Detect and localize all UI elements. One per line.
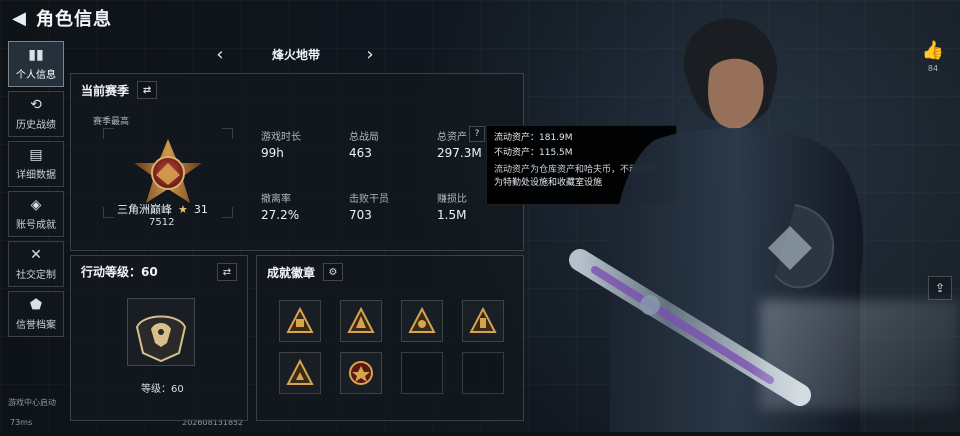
swap-icon: ⇄ (142, 84, 152, 96)
achievements-panel: 成就徽章 ⚙ (256, 255, 524, 421)
rank-points: 7512 (149, 217, 175, 228)
achievements-settings-button[interactable]: ⚙ (323, 263, 344, 281)
sidebar: ▮▮ 个人信息 ⟲ 历史战绩 ▤ 详细数据 ◈ 账号成就 ✕ 社交定制 ⬟ 信誉… (8, 41, 64, 341)
rank-name-text: 三角洲巅峰 (117, 203, 172, 216)
sidebar-item-label: 账号成就 (16, 219, 56, 231)
star-icon: ★ (178, 202, 188, 216)
stat-matches-label: 总战局 (349, 132, 379, 143)
achievement-badge[interactable] (340, 352, 382, 394)
level-badge-frame (127, 298, 195, 366)
stat-playtime-label: 游戏时长 (261, 132, 301, 143)
stat-profit-label: 赚损比 (437, 194, 467, 205)
page-title: 角色信息 (36, 9, 112, 30)
gear-icon: ⚙ (328, 266, 338, 278)
sidebar-item-reputation[interactable]: ⬟ 信誉档案 (8, 291, 64, 337)
level-badge-icon (135, 315, 187, 363)
achievement-badge[interactable] (340, 300, 382, 342)
swap-icon: ⇄ (222, 266, 232, 278)
help-icon: ? (474, 129, 480, 139)
sidebar-item-label: 信誉档案 (16, 319, 56, 331)
mode-switcher: ‹ 烽火地带 › (70, 41, 522, 67)
achievement-slot-empty (401, 352, 443, 394)
achievements-panel-title: 成就徽章 ⚙ (267, 263, 344, 281)
triangle-badge-icon (347, 306, 375, 333)
level-text: 等级：60 (141, 384, 184, 395)
sidebar-item-label: 个人信息 (16, 69, 56, 81)
share-button[interactable]: ⇪ (928, 276, 952, 300)
sidebar-item-achievements[interactable]: ◈ 账号成就 (8, 191, 64, 237)
round-badge-icon (349, 361, 373, 385)
season-highest-label: 赛季最高 (93, 117, 130, 127)
stat-extraction-value: 27.2% (261, 208, 300, 222)
likes-widget[interactable]: 👍 84 (918, 40, 948, 74)
frame-corner (103, 128, 114, 139)
ping-text: 73ms (10, 418, 33, 427)
sidebar-item-details[interactable]: ▤ 详细数据 (8, 141, 64, 187)
achievement-slot-empty (462, 352, 504, 394)
main-content: ‹ 烽火地带 › 当前赛季 ⇄ 赛季最高 三角洲巅峰 ★ 31 7512 游戏时… (70, 41, 524, 421)
assets-info-button[interactable]: ? (469, 126, 485, 142)
stat-assets-label: 总资产 (437, 132, 467, 143)
level-switch-button[interactable]: ⇄ (217, 263, 237, 281)
sidebar-item-social[interactable]: ✕ 社交定制 (8, 241, 64, 287)
achievement-grid (279, 300, 504, 394)
rank-name: 三角洲巅峰 ★ 31 (117, 201, 208, 217)
stat-playtime-value: 99h (261, 146, 284, 160)
share-icon: ⇪ (934, 281, 946, 295)
history-icon: ⟲ (30, 96, 42, 113)
shield-icon: ⬟ (29, 296, 43, 313)
chart-icon: ▮▮ (28, 46, 44, 63)
stat-extraction-label: 撤离率 (261, 194, 291, 205)
chevron-left-icon: ‹ (216, 43, 224, 65)
season-title: 当前赛季 (81, 83, 130, 98)
previous-mode-button[interactable]: ‹ (210, 43, 230, 65)
sidebar-item-label: 社交定制 (16, 269, 56, 281)
trophy-icon: ◈ (30, 196, 42, 213)
stat-assets-value: 297.3M (437, 146, 482, 160)
sidebar-item-label: 详细数据 (16, 169, 56, 181)
frame-corner (222, 128, 233, 139)
next-mode-button[interactable]: › (360, 43, 380, 65)
stat-profit-value: 1.5M (437, 208, 467, 222)
triangle-badge-icon (469, 306, 497, 333)
tools-icon: ✕ (30, 246, 42, 263)
folder-icon: ▤ (29, 146, 43, 163)
season-panel: 当前赛季 ⇄ 赛季最高 三角洲巅峰 ★ 31 7512 游戏时长 99h 总战局… (70, 73, 524, 251)
season-panel-title: 当前赛季 ⇄ (81, 81, 158, 99)
season-switch-button[interactable]: ⇄ (137, 81, 158, 99)
level-title: 行动等级：60 (81, 265, 158, 279)
frame-corner (222, 207, 233, 218)
achievement-badge[interactable] (401, 300, 443, 342)
triangle-badge-icon (286, 358, 314, 385)
level-panel-title: 行动等级：60 (81, 263, 158, 280)
achievements-title: 成就徽章 (267, 265, 316, 280)
achievement-badge[interactable] (279, 300, 321, 342)
thumbs-up-icon: 👍 (921, 39, 945, 61)
mode-title: 烽火地带 (271, 47, 320, 62)
achievement-badge[interactable] (462, 300, 504, 342)
sidebar-item-profile[interactable]: ▮▮ 个人信息 (8, 41, 64, 87)
stat-matches-value: 463 (349, 146, 372, 160)
triangle-badge-icon (286, 306, 314, 333)
game-center-tag: 游戏中心启动 (8, 398, 56, 407)
rank-star-count: 31 (193, 202, 208, 216)
frame-corner (103, 207, 114, 218)
triangle-badge-icon (408, 306, 436, 333)
level-panel: 行动等级：60 ⇄ 等级：60 (70, 255, 248, 421)
sidebar-item-history[interactable]: ⟲ 历史战绩 (8, 91, 64, 137)
stat-kills-value: 703 (349, 208, 372, 222)
achievement-badge[interactable] (279, 352, 321, 394)
back-arrow-icon: ◀ (12, 7, 26, 29)
likes-count: 84 (927, 63, 939, 73)
blurred-overlay (760, 300, 960, 410)
sidebar-item-label: 历史战绩 (16, 119, 56, 131)
chevron-right-icon: › (366, 43, 374, 65)
back-button[interactable]: ◀ (8, 7, 30, 29)
stat-kills-label: 击败干员 (349, 194, 389, 205)
